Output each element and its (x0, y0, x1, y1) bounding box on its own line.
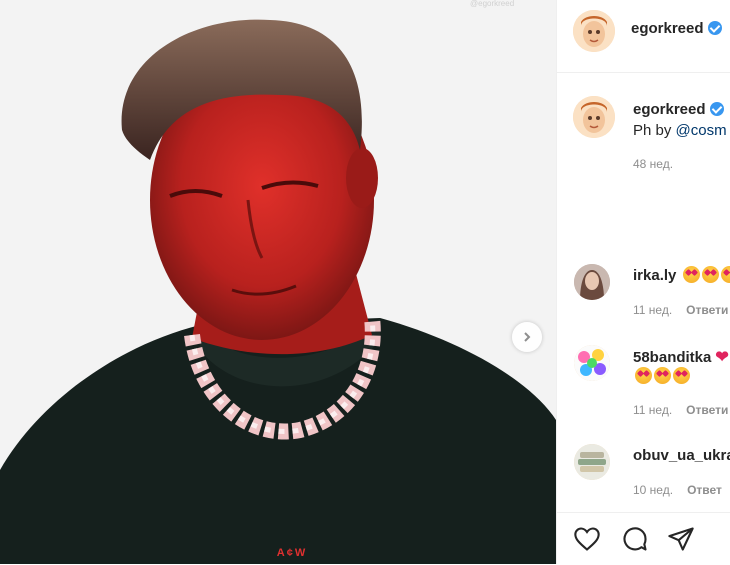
comment-icon (623, 527, 647, 551)
author-username[interactable]: egorkreed (631, 20, 722, 37)
comment-meta: 10 нед. Ответ (633, 483, 722, 497)
share-icon (668, 527, 694, 551)
author-avatar[interactable] (573, 10, 615, 52)
avatar-image (574, 264, 610, 300)
post-photo[interactable]: @egorkreed A¢W (0, 0, 556, 564)
comment-username[interactable]: obuv_ua_ukra (633, 447, 730, 464)
reply-button[interactable]: Ответи (686, 303, 728, 317)
comment-age[interactable]: 10 нед. (633, 483, 673, 497)
comment-meta: 11 нед. Ответи (633, 303, 728, 317)
caption-text: Ph by @cosm (633, 122, 727, 139)
heart-eyes-emoji (635, 367, 652, 384)
verified-icon (707, 21, 722, 35)
heart-eyes-emoji (720, 266, 730, 283)
post-header: egorkreed (557, 0, 730, 73)
like-button[interactable] (573, 525, 601, 553)
comment-avatar[interactable] (574, 345, 610, 381)
author-username-text[interactable]: egorkreed (631, 20, 704, 37)
caption-prefix: Ph by (633, 122, 672, 139)
comment-username-text[interactable]: 58banditka (633, 349, 711, 366)
chevron-right-icon (524, 332, 531, 342)
comment-username[interactable]: irka.ly (633, 266, 730, 284)
caption-username-text[interactable]: egorkreed (633, 101, 706, 118)
comment-username-text[interactable]: obuv_ua_ukra (633, 447, 730, 464)
comment-username[interactable]: 58banditka ❤ (633, 347, 729, 367)
avatar-image (573, 96, 615, 138)
comment-button[interactable] (621, 525, 649, 553)
heart-eyes-emoji (673, 367, 690, 384)
heart-eyes-emoji (682, 266, 700, 283)
next-photo-button[interactable] (512, 322, 542, 352)
share-button[interactable] (667, 525, 695, 553)
post-details-panel: egorkreed egorkreed Ph by @cosm 48 нед. … (556, 0, 730, 564)
comment-meta: 11 нед. Ответи (633, 403, 728, 417)
reply-button[interactable]: Ответи (686, 403, 728, 417)
red-heart-emoji: ❤ (715, 349, 729, 366)
post-age[interactable]: 48 нед. (633, 157, 673, 171)
caption-avatar[interactable] (573, 96, 615, 138)
caption-username[interactable]: egorkreed (633, 101, 724, 118)
heart-eyes-emoji (701, 266, 719, 283)
avatar-image (574, 345, 610, 381)
avatar-image (574, 444, 610, 480)
reply-button[interactable]: Ответ (687, 483, 722, 497)
heart-icon (574, 527, 600, 551)
comment-age[interactable]: 11 нед. (633, 303, 672, 317)
heart-eyes-emoji (654, 367, 671, 384)
caption-mention-link[interactable]: @cosm (676, 122, 727, 139)
avatar-image (573, 10, 615, 52)
comment-text (633, 367, 690, 386)
comment-age[interactable]: 11 нед. (633, 403, 672, 417)
post-actions-bar (557, 512, 730, 565)
portrait-image: @egorkreed A¢W (0, 0, 556, 564)
shirt-logo: A¢W (277, 547, 307, 559)
photo-watermark: @egorkreed (470, 0, 514, 8)
comment-avatar[interactable] (574, 264, 610, 300)
comment-username-text[interactable]: irka.ly (633, 267, 676, 284)
verified-icon (709, 102, 724, 116)
comment-avatar[interactable] (574, 444, 610, 480)
